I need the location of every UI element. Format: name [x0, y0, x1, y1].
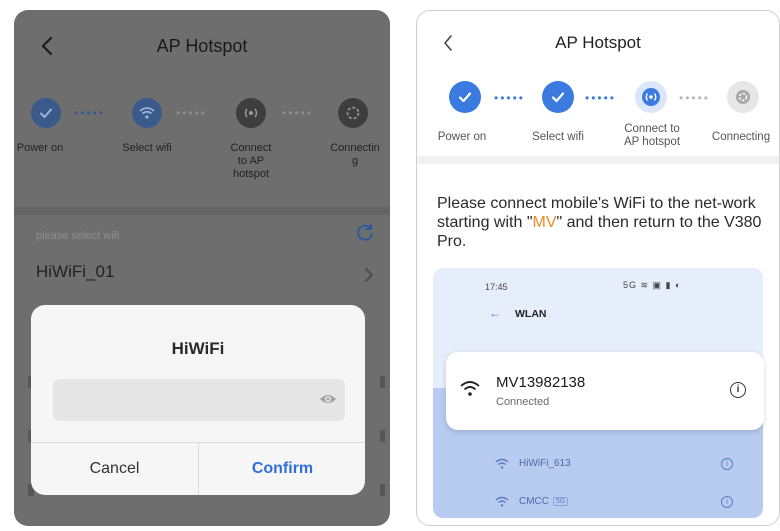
check-icon [551, 92, 565, 103]
connected-status: Connected [496, 396, 550, 408]
step-connector: ••••• [74, 106, 106, 120]
wifi-name: HiWiFi_01 [36, 262, 115, 281]
section-divider [14, 207, 390, 215]
status-time: 17:45 [485, 282, 508, 292]
step-connector: ••••• [585, 91, 617, 105]
list-item-edge [380, 430, 385, 442]
connecting-icon [736, 90, 750, 104]
page-title: AP Hotspot [555, 33, 641, 52]
status-icons: 5G ≋ ▣ ▮ ◐ [623, 280, 682, 290]
step-label-connect-ap: Connect to AP hotspot [230, 142, 272, 180]
page-title: AP Hotspot [156, 36, 248, 56]
step-label-select-wifi: Select wifi [122, 142, 172, 154]
step-label-connecting: Connecting [711, 131, 771, 143]
info-icon: i [721, 458, 733, 470]
check-icon [40, 108, 52, 118]
refresh-icon[interactable] [354, 222, 376, 244]
eye-icon[interactable] [319, 390, 337, 408]
check-icon [458, 92, 472, 103]
wlan-header: WLAN [515, 308, 547, 320]
step-connecting [338, 98, 368, 128]
network-name-text: CMCC [519, 496, 549, 507]
step-connector: ••••• [679, 91, 711, 105]
step-label-power-on: Power on [16, 142, 64, 154]
step-label-connect-ap: Connect to AP hotspot [623, 123, 681, 148]
connected-network-name: MV13982138 [496, 374, 586, 391]
right-phone-screen: AP Hotspot ••••• ••••• ••••• Power on Se… [416, 10, 780, 526]
step-label-power-on: Power on [437, 131, 487, 143]
back-arrow-icon: ← [489, 306, 501, 320]
network-row: CMCC 5G i [493, 492, 733, 514]
connected-network-card: MV13982138 Connected i [446, 352, 764, 430]
step-connect-ap [236, 98, 266, 128]
confirm-button[interactable]: Confirm [199, 442, 365, 495]
step-connecting [727, 81, 759, 113]
step-power-on [31, 98, 61, 128]
wifi-icon [139, 107, 155, 119]
wifi-icon [495, 496, 509, 507]
info-icon: i [730, 382, 746, 398]
step-connector: ••••• [494, 91, 526, 105]
instruction-text: Please connect mobile's WiFi to the net-… [437, 194, 777, 251]
left-header: AP Hotspot [14, 10, 390, 82]
select-wifi-hint: please select wifi [36, 230, 120, 242]
chevron-right-icon [365, 268, 373, 282]
step-select-wifi [132, 98, 162, 128]
network-name: HiWiFi_613 [519, 458, 571, 469]
cancel-button[interactable]: Cancel [31, 442, 198, 495]
step-power-on [449, 81, 481, 113]
section-divider [417, 156, 779, 164]
wifi-password-dialog: HiWiFi Cancel Confirm [31, 305, 365, 495]
step-connect-ap [635, 81, 667, 113]
step-label-connecting: Connectin g [330, 142, 380, 167]
password-input[interactable] [53, 379, 345, 421]
step-connector: ••••• [176, 106, 208, 120]
connecting-icon [346, 106, 360, 120]
list-item-edge [380, 484, 385, 496]
list-item-edge [380, 376, 385, 388]
info-icon: i [721, 496, 733, 508]
network-row: HiWiFi_613 i [493, 454, 733, 476]
network-name: CMCC 5G [519, 496, 569, 507]
hotspot-icon [642, 88, 660, 106]
step-label-select-wifi: Select wifi [532, 131, 584, 143]
left-phone-screen: AP Hotspot ••••• ••••• ••••• Power on Se… [14, 10, 390, 526]
step-select-wifi [542, 81, 574, 113]
progress-steps: ••••• ••••• ••••• Power on Select wifi C… [14, 90, 390, 200]
wifi-icon [495, 458, 509, 469]
step-connector: ••••• [282, 106, 314, 120]
wifi-list-item[interactable]: HiWiFi_01 [36, 262, 376, 294]
instruction-highlight: MV [532, 214, 557, 231]
hotspot-icon [244, 108, 258, 118]
dialog-title: HiWiFi [171, 339, 225, 358]
band-tag: 5G [553, 496, 569, 506]
wifi-icon [460, 381, 480, 396]
